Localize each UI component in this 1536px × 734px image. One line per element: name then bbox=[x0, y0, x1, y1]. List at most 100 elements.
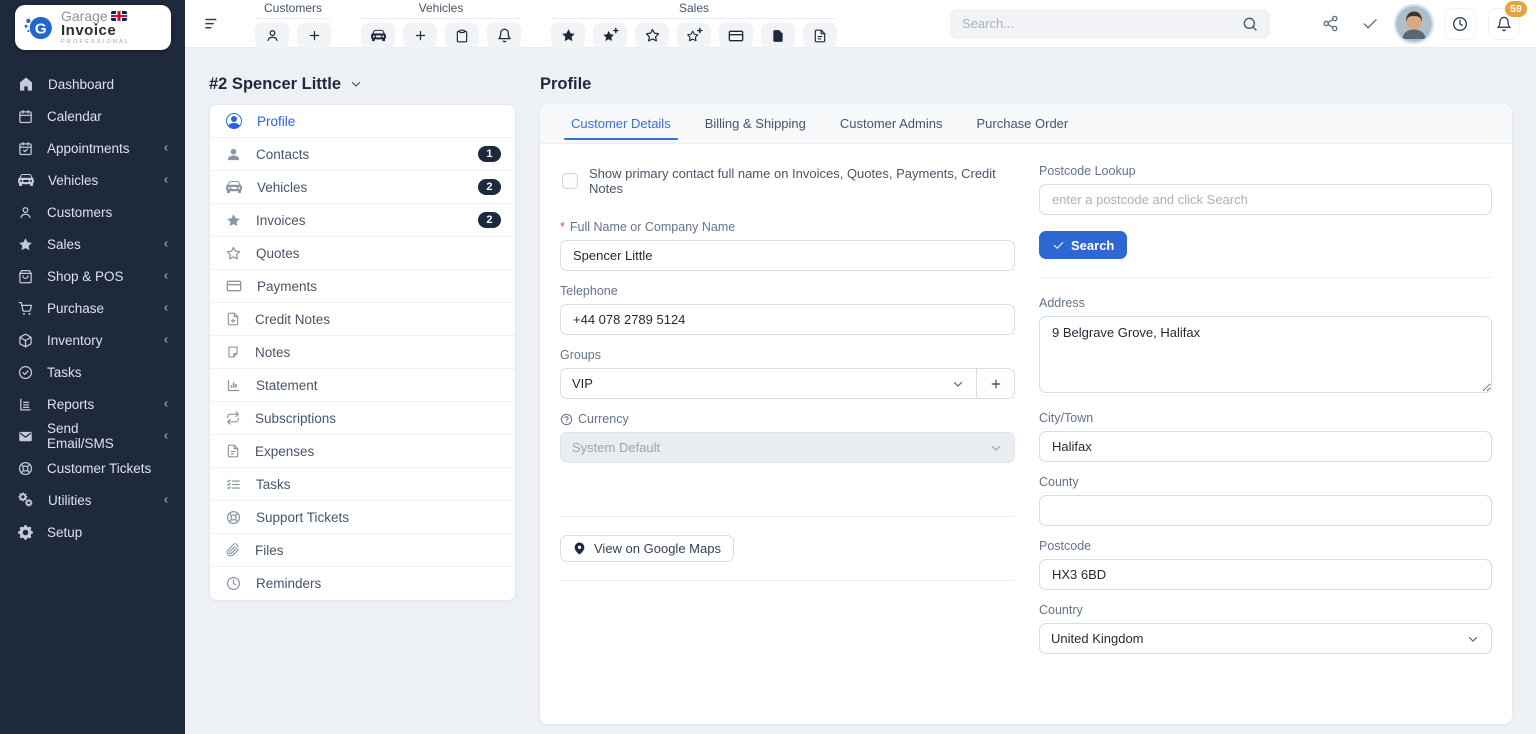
user-avatar[interactable] bbox=[1396, 5, 1432, 42]
menu-icon bbox=[203, 15, 221, 33]
search-icon[interactable] bbox=[1242, 16, 1258, 32]
quotes-button[interactable] bbox=[635, 23, 669, 48]
postcode-input[interactable] bbox=[1039, 559, 1492, 590]
customer-menu-invoices[interactable]: Invoices 2 bbox=[210, 204, 515, 237]
sidebar-item-send-email-sms[interactable]: Send Email/SMS bbox=[0, 420, 185, 452]
statement-chart-icon bbox=[226, 378, 241, 393]
clock-icon bbox=[1452, 16, 1468, 32]
search-input[interactable] bbox=[962, 16, 1234, 31]
chevron-left-icon bbox=[161, 399, 171, 409]
star-fill-icon bbox=[561, 28, 576, 43]
customer-menu-tasks[interactable]: Tasks bbox=[210, 468, 515, 501]
tab-customer-details[interactable]: Customer Details bbox=[554, 104, 688, 143]
address-label: Address bbox=[1039, 296, 1085, 310]
postcode-lookup-input[interactable] bbox=[1039, 184, 1492, 215]
tasks-done-button[interactable] bbox=[1356, 10, 1384, 38]
customer-menu-payments[interactable]: Payments bbox=[210, 270, 515, 303]
sidebar-item-shop-pos[interactable]: Shop & POS bbox=[0, 260, 185, 292]
plus-icon bbox=[307, 28, 322, 43]
vehicle-list-button[interactable] bbox=[361, 23, 395, 48]
full-name-field: * Full Name or Company Name bbox=[560, 220, 1015, 271]
full-name-label: Full Name or Company Name bbox=[569, 220, 736, 234]
credit-notes-button[interactable] bbox=[761, 23, 795, 48]
file-icon bbox=[813, 29, 827, 43]
customer-menu-subscriptions[interactable]: Subscriptions bbox=[210, 402, 515, 435]
customer-menu-notes[interactable]: Notes bbox=[210, 336, 515, 369]
clipboard-icon bbox=[455, 29, 469, 43]
country-select[interactable]: United Kingdom bbox=[1039, 623, 1492, 654]
sidebar-item-sales[interactable]: Sales bbox=[0, 228, 185, 260]
sidebar-item-customer-tickets[interactable]: Customer Tickets bbox=[0, 452, 185, 484]
show-primary-contact-checkbox[interactable] bbox=[562, 173, 578, 189]
credit-card-icon bbox=[226, 278, 242, 294]
customer-menu-credit-notes[interactable]: Credit Notes bbox=[210, 303, 515, 336]
logo-line3: PROFESSIONAL bbox=[61, 39, 131, 46]
vehicle-clipboard-button[interactable] bbox=[445, 23, 479, 48]
sidebar-item-reports[interactable]: Reports bbox=[0, 388, 185, 420]
customer-menu-quotes[interactable]: Quotes bbox=[210, 237, 515, 270]
menu-toggle-button[interactable] bbox=[199, 11, 225, 37]
city-input[interactable] bbox=[1039, 431, 1492, 462]
customer-menu-support-tickets[interactable]: Support Tickets bbox=[210, 501, 515, 534]
topbar-group-sales: Sales bbox=[551, 0, 837, 48]
sidebar-item-label: Shop & POS bbox=[47, 268, 124, 284]
sidebar-item-customers[interactable]: Customers bbox=[0, 196, 185, 228]
tab-purchase-order[interactable]: Purchase Order bbox=[959, 104, 1085, 143]
home-icon bbox=[18, 76, 34, 92]
invoices-button[interactable] bbox=[551, 23, 585, 48]
chevron-down-icon bbox=[951, 377, 965, 391]
sidebar-item-calendar[interactable]: Calendar bbox=[0, 100, 185, 132]
sidebar-item-inventory[interactable]: Inventory bbox=[0, 324, 185, 356]
customer-menu-expenses[interactable]: Expenses bbox=[210, 435, 515, 468]
sidebar-item-appointments[interactable]: Appointments bbox=[0, 132, 185, 164]
documents-button[interactable] bbox=[803, 23, 837, 48]
topbar-group-customers: Customers bbox=[255, 0, 331, 48]
history-button[interactable] bbox=[1444, 7, 1476, 40]
sidebar-item-utilities[interactable]: Utilities bbox=[0, 484, 185, 516]
credit-card-icon bbox=[728, 28, 744, 44]
customer-menu-profile[interactable]: Profile bbox=[210, 105, 515, 138]
payments-button[interactable] bbox=[719, 23, 753, 48]
tab-billing-shipping[interactable]: Billing & Shipping bbox=[688, 104, 823, 143]
groups-select[interactable]: VIP bbox=[560, 368, 977, 399]
new-invoice-button[interactable] bbox=[593, 23, 627, 48]
customer-menu-vehicles[interactable]: Vehicles 2 bbox=[210, 171, 515, 204]
menu-item-label: Profile bbox=[257, 113, 296, 129]
note-icon bbox=[226, 345, 240, 359]
add-group-button[interactable] bbox=[977, 368, 1015, 399]
vehicle-reminders-button[interactable] bbox=[487, 23, 521, 48]
customer-menu: Profile Contacts 1 Vehicles 2 Invoices 2 Qu… bbox=[209, 104, 516, 601]
sidebar-item-setup[interactable]: Setup bbox=[0, 516, 185, 548]
customer-menu-contacts[interactable]: Contacts 1 bbox=[210, 138, 515, 171]
sidebar-item-tasks[interactable]: Tasks bbox=[0, 356, 185, 388]
county-input[interactable] bbox=[1039, 495, 1492, 526]
full-name-input[interactable] bbox=[560, 240, 1015, 271]
car-icon bbox=[18, 172, 34, 188]
tab-customer-admins[interactable]: Customer Admins bbox=[823, 104, 960, 143]
customer-header[interactable]: #2 Spencer Little bbox=[209, 74, 516, 94]
app-logo[interactable]: G Garage Invoice PROFESSIONAL bbox=[15, 5, 171, 50]
address-textarea[interactable]: 9 Belgrave Grove, Halifax bbox=[1039, 316, 1492, 393]
customer-menu-files[interactable]: Files bbox=[210, 534, 515, 567]
file-fill-icon bbox=[771, 29, 785, 43]
customer-list-button[interactable] bbox=[255, 23, 289, 48]
add-customer-button[interactable] bbox=[297, 23, 331, 48]
add-vehicle-button[interactable] bbox=[403, 23, 437, 48]
notifications-button[interactable]: 59 bbox=[1488, 0, 1527, 40]
new-quote-button[interactable] bbox=[677, 23, 711, 48]
profile-tabs: Customer Details Billing & Shipping Cust… bbox=[540, 104, 1512, 144]
menu-item-label: Tasks bbox=[256, 476, 291, 492]
sidebar-item-dashboard[interactable]: Dashboard bbox=[0, 68, 185, 100]
share-button[interactable] bbox=[1316, 10, 1344, 38]
person-icon bbox=[265, 28, 280, 43]
menu-item-label: Statement bbox=[256, 377, 318, 393]
view-on-google-maps-button[interactable]: View on Google Maps bbox=[560, 535, 734, 562]
customer-menu-reminders[interactable]: Reminders bbox=[210, 567, 515, 600]
telephone-input[interactable] bbox=[560, 304, 1015, 335]
sidebar-item-purchase[interactable]: Purchase bbox=[0, 292, 185, 324]
list-check-icon bbox=[226, 477, 241, 492]
sidebar-item-vehicles[interactable]: Vehicles bbox=[0, 164, 185, 196]
star-icon bbox=[226, 246, 241, 261]
postcode-search-button[interactable]: Search bbox=[1039, 231, 1128, 259]
customer-menu-statement[interactable]: Statement bbox=[210, 369, 515, 402]
